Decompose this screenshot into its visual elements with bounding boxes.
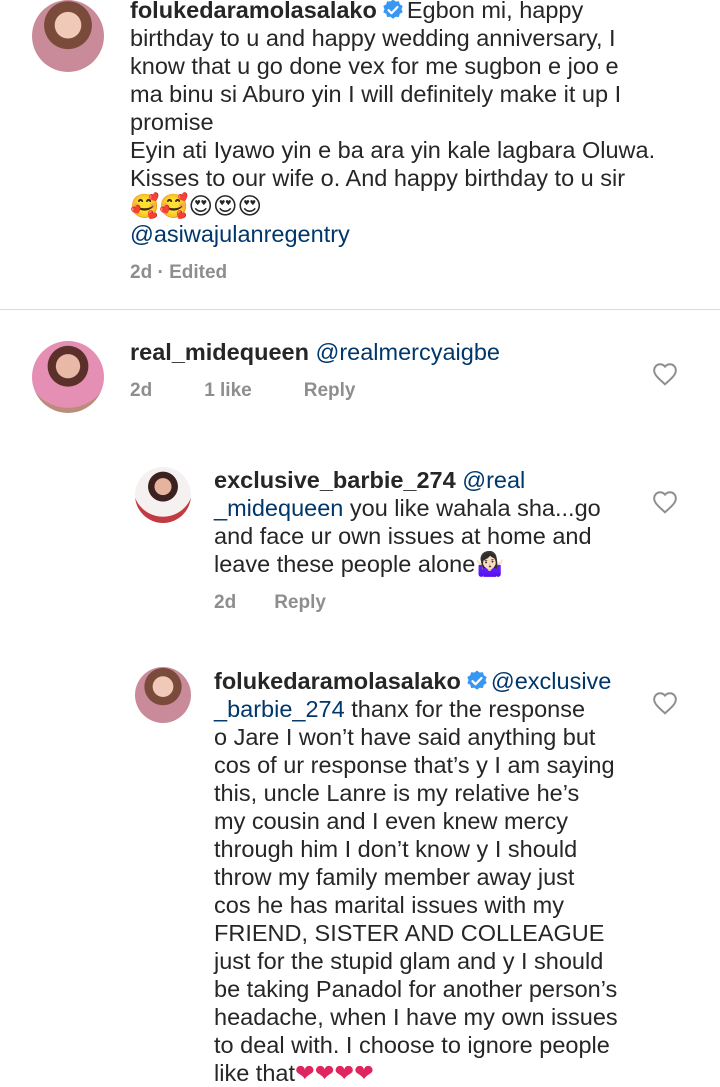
divider: [0, 309, 720, 310]
mention-link[interactable]: @asiwajulanregentry: [130, 221, 350, 247]
username[interactable]: real_midequeen: [130, 339, 309, 365]
avatar[interactable]: [135, 467, 191, 523]
comment-meta: 2d · Edited: [130, 262, 228, 283]
heart-outline-icon[interactable]: [652, 362, 678, 386]
heart-outline-icon[interactable]: [652, 490, 678, 514]
reply-button[interactable]: Reply: [274, 592, 326, 613]
timestamp: 2d: [130, 380, 153, 401]
username[interactable]: folukedaramolasalako: [130, 0, 377, 23]
avatar[interactable]: [32, 341, 104, 413]
timestamp: 2d: [130, 262, 153, 283]
heart-outline-icon[interactable]: [652, 691, 678, 715]
comment-text: folukedaramolasalako @exclusive _barbie_2…: [214, 668, 618, 1087]
edited-label: Edited: [169, 262, 228, 283]
emoji-row: 🥰🥰😍😍😍: [130, 192, 263, 220]
verified-badge-icon: [383, 0, 403, 19]
mention-link[interactable]: _barbie_274: [214, 696, 345, 722]
mention-link[interactable]: _midequeen: [214, 495, 343, 521]
comment-meta: 2d Reply: [214, 592, 378, 614]
comment-meta: 2d 1 like Reply: [130, 380, 407, 402]
verified-badge-icon: [467, 670, 487, 690]
like-count[interactable]: 1 like: [204, 380, 252, 401]
mention-link[interactable]: @exclusive: [491, 668, 612, 694]
heart-emojis: ❤❤❤❤: [295, 1059, 374, 1087]
mention-link[interactable]: @real: [462, 467, 525, 493]
comment-text: real_midequeen @realmercyaigbe: [130, 338, 630, 366]
avatar[interactable]: [135, 667, 191, 723]
reply-button[interactable]: Reply: [304, 380, 356, 401]
shrug-emoji: 🤷🏻‍♀️: [475, 550, 505, 578]
username[interactable]: exclusive_barbie_274: [214, 467, 456, 493]
comment-text: folukedaramolasalako Egbon mi, happy birt…: [130, 0, 710, 248]
comment-text: exclusive_barbie_274 @real _midequeen yo…: [214, 467, 601, 578]
username[interactable]: folukedaramolasalako: [214, 668, 461, 694]
timestamp: 2d: [214, 592, 237, 613]
avatar[interactable]: [32, 0, 104, 72]
mention-link[interactable]: @realmercyaigbe: [315, 339, 500, 365]
